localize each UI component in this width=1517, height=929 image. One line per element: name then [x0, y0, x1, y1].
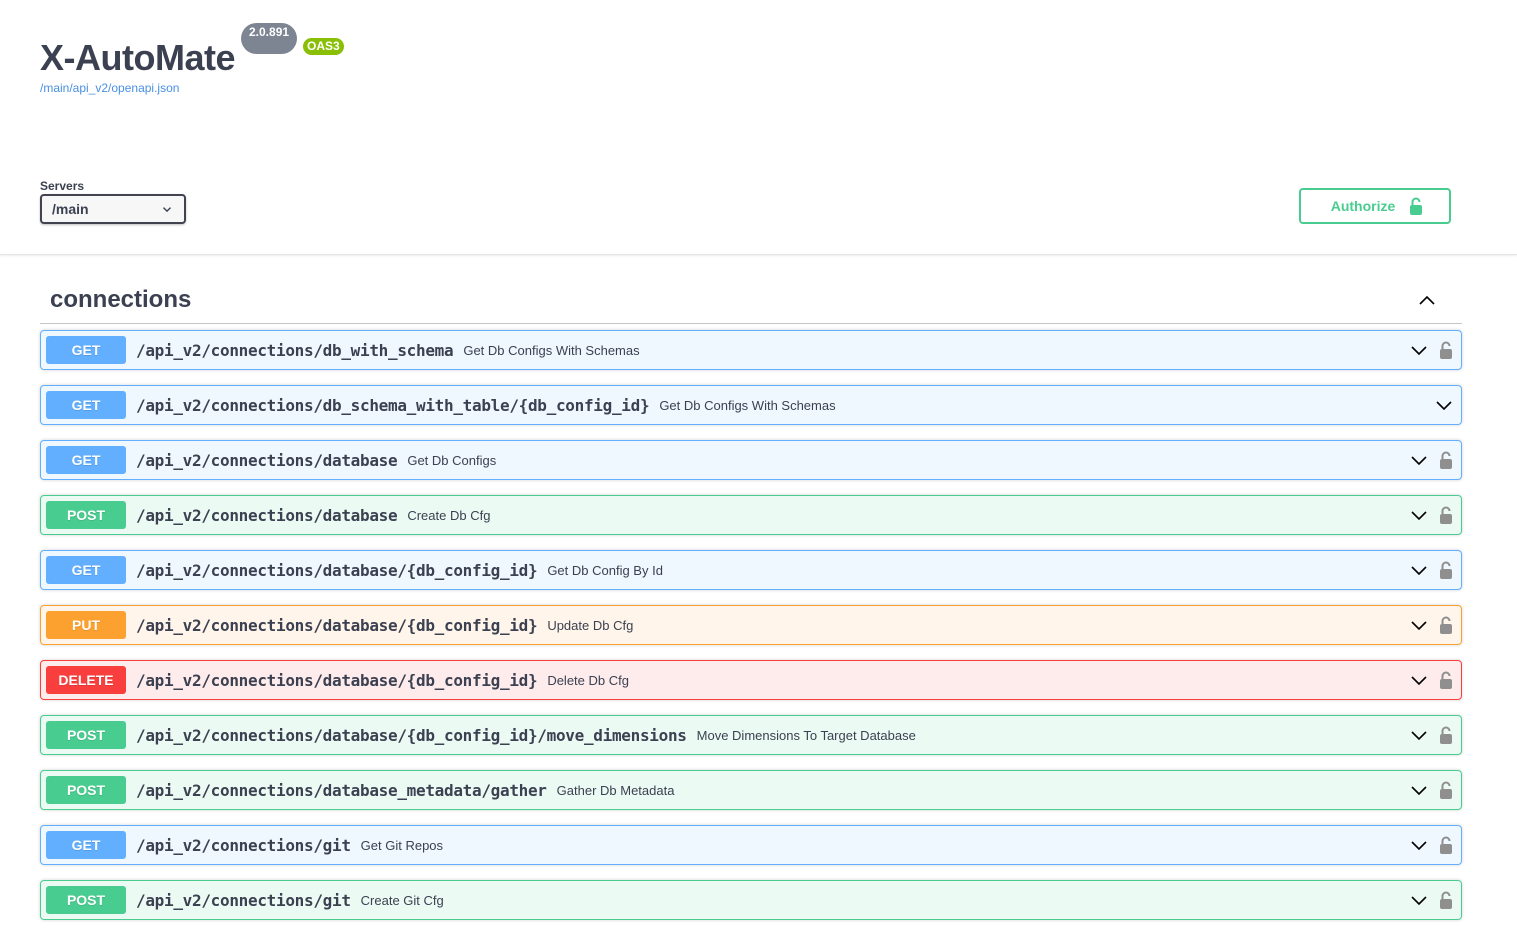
- chevron-down-icon[interactable]: [1434, 395, 1454, 415]
- chevron-down-icon[interactable]: [1409, 505, 1429, 525]
- operation-post[interactable]: POST/api_v2/connections/database_metadat…: [40, 770, 1462, 810]
- tag-name: connections: [50, 285, 192, 313]
- chevron-down-icon[interactable]: [1409, 560, 1429, 580]
- method-badge: PUT: [46, 611, 126, 639]
- operation-get[interactable]: GET/api_v2/connections/git Get Git Repos: [40, 825, 1462, 865]
- servers-label: Servers: [40, 179, 85, 193]
- operation-path: /api_v2/connections/database/{db_config_…: [136, 615, 538, 635]
- operation-summary: Get Db Configs: [407, 452, 497, 468]
- chevron-down-icon[interactable]: [1409, 780, 1429, 800]
- unlock-icon[interactable]: [1439, 506, 1453, 524]
- method-badge: POST: [46, 886, 126, 914]
- chevron-down-icon[interactable]: [1409, 725, 1429, 745]
- api-info: X-AutoMate 2.0.891 OAS3 /main/api_v2/ope…: [40, 20, 344, 95]
- chevron-down-icon[interactable]: [1409, 670, 1429, 690]
- unlock-icon[interactable]: [1439, 726, 1453, 744]
- operation-summary: Get Db Configs With Schemas: [463, 342, 640, 358]
- method-badge: GET: [46, 831, 126, 859]
- method-badge: POST: [46, 501, 126, 529]
- chevron-down-icon[interactable]: [1409, 890, 1429, 910]
- chevron-up-icon[interactable]: [1417, 290, 1437, 310]
- operation-summary: Create Git Cfg: [360, 892, 444, 908]
- operation-path: /api_v2/connections/database/{db_config_…: [136, 725, 687, 745]
- servers-select[interactable]: /main: [40, 194, 186, 224]
- tag-section-connections: connections GET/api_v2/connections/db_wi…: [40, 276, 1462, 929]
- operation-path: /api_v2/connections/git: [136, 890, 351, 910]
- version-badge: 2.0.891: [241, 23, 298, 55]
- operation-summary: Get Git Repos: [360, 837, 444, 853]
- method-badge: GET: [46, 446, 126, 474]
- operation-post[interactable]: POST/api_v2/connections/database Create D…: [40, 495, 1462, 535]
- operation-post[interactable]: POST/api_v2/connections/git Create Git Cf…: [40, 880, 1462, 920]
- unlock-icon[interactable]: [1439, 616, 1453, 634]
- operation-post[interactable]: POST/api_v2/connections/database/{db_con…: [40, 715, 1462, 755]
- api-title: X-AutoMate: [40, 37, 236, 78]
- operation-path: /api_v2/connections/db_with_schema: [136, 340, 454, 360]
- unlock-icon[interactable]: [1439, 836, 1453, 854]
- unlock-icon[interactable]: [1439, 891, 1453, 909]
- operation-put[interactable]: PUT/api_v2/connections/database/{db_conf…: [40, 605, 1462, 645]
- chevron-down-icon[interactable]: [1409, 340, 1429, 360]
- operation-get[interactable]: GET/api_v2/connections/db_schema_with_ta…: [40, 385, 1462, 425]
- chevron-down-icon[interactable]: [1409, 450, 1429, 470]
- operation-path: /api_v2/connections/db_schema_with_table…: [136, 395, 650, 415]
- operation-path: /api_v2/connections/git: [136, 835, 351, 855]
- authorize-label: Authorize: [1330, 198, 1396, 214]
- operation-get[interactable]: GET/api_v2/connections/database/{db_conf…: [40, 550, 1462, 590]
- operation-path: /api_v2/connections/database/{db_config_…: [136, 560, 538, 580]
- authorize-button[interactable]: Authorize: [1299, 188, 1451, 224]
- operation-get[interactable]: GET/api_v2/connections/db_with_schema Get…: [40, 330, 1462, 370]
- chevron-down-icon[interactable]: [1409, 615, 1429, 635]
- operation-get[interactable]: GET/api_v2/connections/database Get Db Co…: [40, 440, 1462, 480]
- operation-summary: Move Dimensions To Target Database: [696, 727, 916, 743]
- operation-path: /api_v2/connections/database/{db_config_…: [136, 670, 538, 690]
- unlock-icon: [1410, 197, 1423, 215]
- operation-summary: Gather Db Metadata: [556, 782, 675, 798]
- chevron-down-icon: [163, 207, 171, 213]
- operation-summary: Update Db Cfg: [547, 617, 634, 633]
- method-badge: POST: [46, 721, 126, 749]
- operation-path: /api_v2/connections/database: [136, 505, 398, 525]
- method-badge: POST: [46, 776, 126, 804]
- scheme-container: Servers /main Authorize: [0, 170, 1517, 255]
- operation-delete[interactable]: DELETE/api_v2/connections/database/{db_c…: [40, 660, 1462, 700]
- unlock-icon[interactable]: [1439, 781, 1453, 799]
- operation-summary: Get Db Configs With Schemas: [659, 397, 836, 413]
- method-badge: DELETE: [46, 666, 126, 694]
- unlock-icon[interactable]: [1439, 671, 1453, 689]
- operation-summary: Create Db Cfg: [407, 507, 491, 523]
- unlock-icon[interactable]: [1439, 341, 1453, 359]
- unlock-icon[interactable]: [1439, 561, 1453, 579]
- tag-header-connections[interactable]: connections: [40, 276, 1462, 324]
- servers-selected-value: /main: [52, 201, 89, 217]
- method-badge: GET: [46, 391, 126, 419]
- unlock-icon[interactable]: [1439, 451, 1453, 469]
- operations-list: GET/api_v2/connections/db_with_schema Get…: [40, 330, 1462, 920]
- operation-summary: Delete Db Cfg: [547, 672, 629, 688]
- method-badge: GET: [46, 336, 126, 364]
- chevron-down-icon[interactable]: [1409, 835, 1429, 855]
- operation-path: /api_v2/connections/database_metadata/ga…: [136, 780, 547, 800]
- oas-badge: OAS3: [303, 38, 344, 56]
- operation-path: /api_v2/connections/database: [136, 450, 398, 470]
- operation-summary: Get Db Config By Id: [547, 562, 663, 578]
- method-badge: GET: [46, 556, 126, 584]
- openapi-spec-link[interactable]: /main/api_v2/openapi.json: [40, 81, 344, 95]
